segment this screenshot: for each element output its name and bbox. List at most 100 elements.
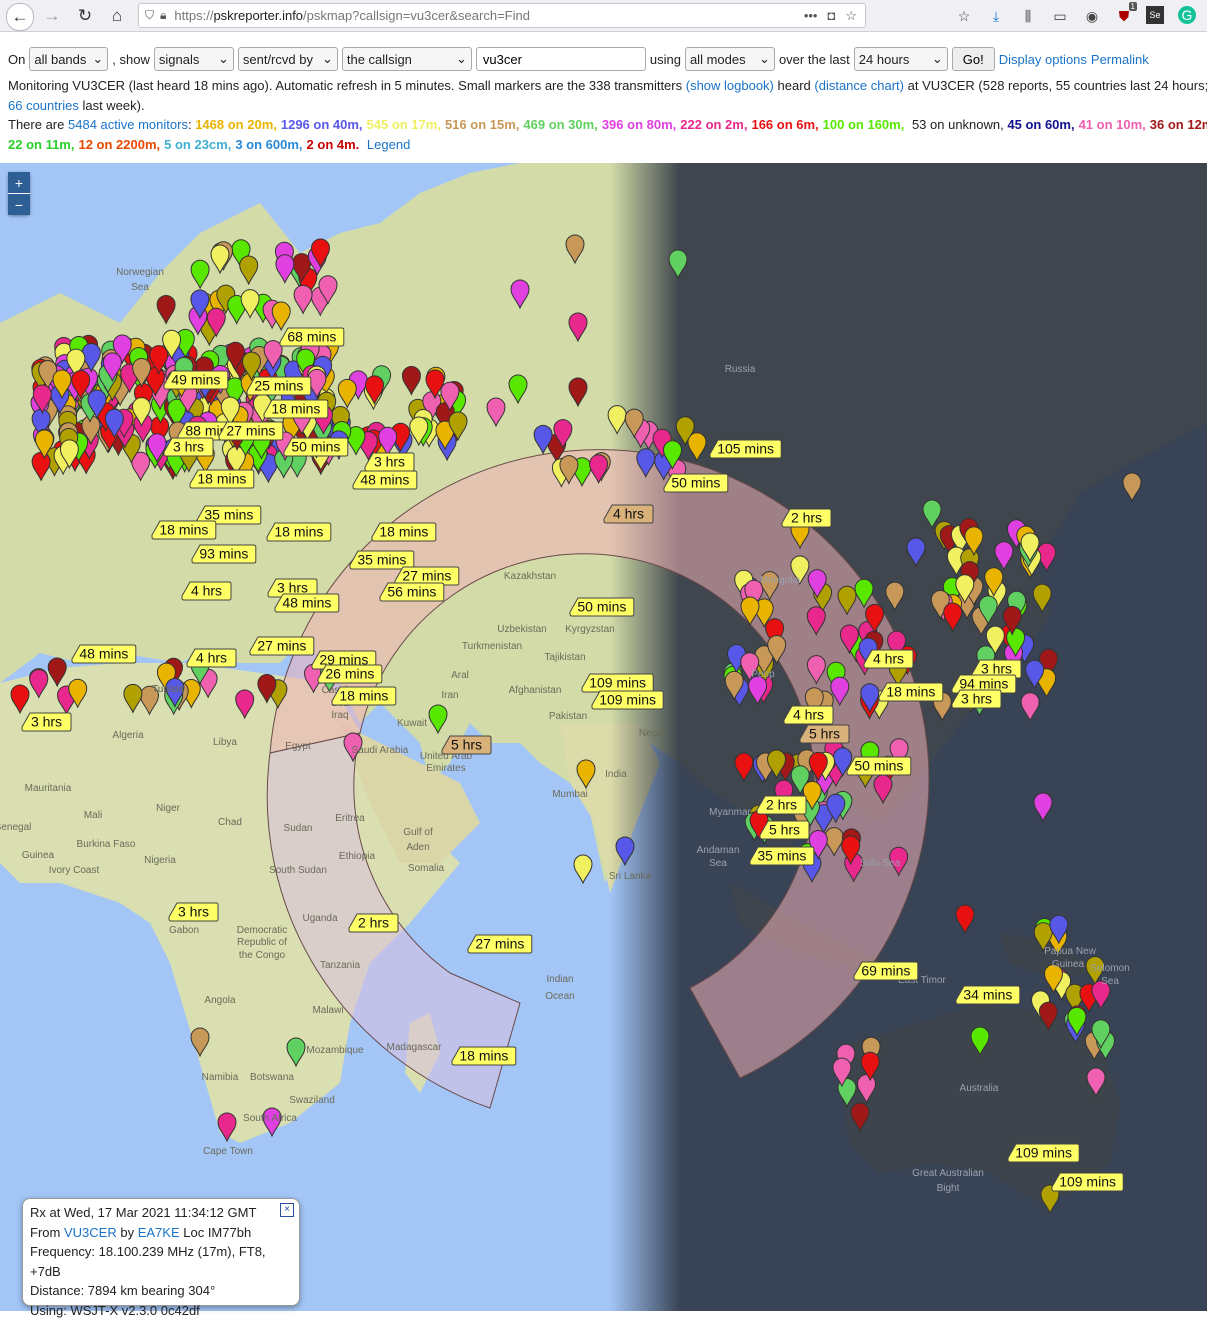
subject-select[interactable]: the callsign⌄ <box>342 47 472 71</box>
ublock-icon[interactable]: ⛊1 <box>1114 6 1134 26</box>
more-actions-icon[interactable]: ••• <box>804 8 818 24</box>
callsign-input[interactable] <box>476 47 646 71</box>
place-label: Bight <box>937 1183 960 1194</box>
time-bubble[interactable]: 3 hrs <box>22 713 71 731</box>
place-label: Namibia <box>202 1072 239 1083</box>
show-select[interactable]: signals⌄ <box>154 47 234 71</box>
time-bubble[interactable]: 27 mins <box>468 935 532 953</box>
time-bubble[interactable]: 26 mins <box>318 665 382 683</box>
time-bubble-label: 35 mins <box>357 552 406 568</box>
time-bubble-label: 109 mins <box>1015 1145 1072 1161</box>
distance-chart-link[interactable]: (distance chart) <box>814 78 904 93</box>
grammarly-icon[interactable]: G <box>1178 6 1196 24</box>
forward-button[interactable]: → <box>39 3 65 29</box>
time-bubble[interactable]: 3 hrs <box>164 438 213 456</box>
time-bubble[interactable]: 109 mins <box>592 691 663 709</box>
time-bubble[interactable]: 18 mins <box>264 400 328 418</box>
time-bubble[interactable]: 4 hrs <box>182 582 231 600</box>
time-bubble[interactable]: 50 mins <box>847 757 911 775</box>
time-bubble[interactable]: 5 hrs <box>442 736 491 754</box>
time-bubble[interactable]: 50 mins <box>284 438 348 456</box>
active-monitors-link[interactable]: 5484 active monitors <box>68 117 188 132</box>
time-bubble[interactable]: 56 mins <box>380 583 444 601</box>
time-bubble[interactable]: 3 hrs <box>952 690 1001 708</box>
time-bubble[interactable]: 18 mins <box>372 523 436 541</box>
account-icon[interactable]: ◉ <box>1082 6 1102 26</box>
time-bubble[interactable]: 27 mins <box>219 422 283 440</box>
show-logbook-link[interactable]: (show logbook) <box>686 78 774 93</box>
time-bubble[interactable]: 5 hrs <box>760 821 809 839</box>
time-bubble[interactable]: 48 mins <box>275 594 339 612</box>
time-bubble[interactable]: 27 mins <box>395 567 459 585</box>
time-bubble[interactable]: 27 mins <box>250 637 314 655</box>
time-bubble[interactable]: 3 hrs <box>365 453 414 471</box>
time-bubble[interactable]: 35 mins <box>750 847 814 865</box>
place-label: Senegal <box>0 822 31 833</box>
time-bubble[interactable]: 3 hrs <box>169 903 218 921</box>
time-bubble[interactable]: 105 mins <box>710 440 781 458</box>
by-callsign-link[interactable]: EA7KE <box>138 1225 180 1240</box>
time-bubble[interactable]: 4 hrs <box>784 706 833 724</box>
address-bar[interactable]: ⛉ 🔒︎ https://pskreporter.info/pskmap?cal… <box>138 3 866 28</box>
time-bubble[interactable]: 25 mins <box>247 377 311 395</box>
time-bubble[interactable]: 18 mins <box>190 470 254 488</box>
time-bubble[interactable]: 5 hrs <box>800 725 849 743</box>
zoom-in-button[interactable]: + <box>8 172 30 193</box>
map[interactable]: NorwegianSeaRussiaKazakhstanMongoliaUzbe… <box>0 163 1207 1311</box>
time-bubble[interactable]: 4 hrs <box>864 650 913 668</box>
reading-list-icon[interactable]: ☆ <box>954 6 974 26</box>
time-bubble[interactable]: 109 mins <box>1008 1144 1079 1162</box>
time-bubble[interactable]: 34 mins <box>956 986 1020 1004</box>
mode-select[interactable]: all modes⌄ <box>685 47 775 71</box>
time-bubble[interactable]: 18 mins <box>452 1047 516 1065</box>
time-bubble[interactable]: 2 hrs <box>349 914 398 932</box>
place-label: Russia <box>725 364 756 375</box>
display-options-link[interactable]: Display options <box>999 52 1087 67</box>
period-select[interactable]: 24 hours⌄ <box>854 47 948 71</box>
time-bubble-label: 27 mins <box>257 638 306 654</box>
home-button[interactable]: ⌂ <box>104 3 130 29</box>
legend-link[interactable]: Legend <box>367 137 410 152</box>
bookmark-star-icon[interactable]: ☆ <box>845 8 857 24</box>
time-bubble[interactable]: 18 mins <box>879 683 943 701</box>
download-icon[interactable]: ⤓ <box>986 6 1006 26</box>
sidebar-icon[interactable]: ▭ <box>1050 6 1070 26</box>
close-icon[interactable]: × <box>280 1203 294 1217</box>
time-bubble[interactable]: 68 mins <box>280 328 344 346</box>
time-bubble[interactable]: 50 mins <box>570 598 634 616</box>
countries-link[interactable]: 66 countries <box>8 98 79 113</box>
time-bubble[interactable]: 4 hrs <box>187 649 236 667</box>
go-button[interactable]: Go! <box>952 47 995 71</box>
time-bubble[interactable]: 18 mins <box>267 523 331 541</box>
time-bubble[interactable]: 18 mins <box>152 521 216 539</box>
time-bubble[interactable]: 49 mins <box>164 371 228 389</box>
time-bubble[interactable]: 35 mins <box>350 551 414 569</box>
pocket-icon[interactable]: ◘ <box>827 8 835 24</box>
time-bubble[interactable]: 50 mins <box>664 474 728 492</box>
place-label: Andaman <box>697 845 740 856</box>
map-canvas[interactable]: NorwegianSeaRussiaKazakhstanMongoliaUzbe… <box>0 163 1207 1311</box>
band-select[interactable]: all bands⌄ <box>29 47 108 71</box>
library-icon[interactable]: ⫼ <box>1018 6 1038 26</box>
time-bubble[interactable]: 93 mins <box>192 545 256 563</box>
place-label: Iraq <box>331 710 348 721</box>
time-bubble-label: 68 mins <box>287 329 336 345</box>
reload-button[interactable]: ↻ <box>72 3 98 29</box>
permalink-link[interactable]: Permalink <box>1091 52 1149 67</box>
selenium-icon[interactable]: Se <box>1146 6 1164 24</box>
back-button[interactable]: ← <box>6 3 34 31</box>
time-bubble[interactable]: 18 mins <box>332 687 396 705</box>
time-bubble[interactable]: 48 mins <box>353 471 417 489</box>
band-count: 41 on 10m, <box>1079 117 1146 132</box>
time-bubble[interactable]: 69 mins <box>854 962 918 980</box>
time-bubble[interactable]: 2 hrs <box>782 509 831 527</box>
zoom-out-button[interactable]: − <box>8 193 30 215</box>
time-bubble[interactable]: 109 mins <box>582 674 653 692</box>
time-bubble[interactable]: 4 hrs <box>604 505 653 523</box>
from-callsign-link[interactable]: VU3CER <box>64 1225 117 1240</box>
place-label: Angola <box>204 995 236 1006</box>
direction-select[interactable]: sent/rcvd by⌄ <box>238 47 338 71</box>
time-bubble[interactable]: 109 mins <box>1052 1173 1123 1191</box>
time-bubble[interactable]: 2 hrs <box>757 796 806 814</box>
time-bubble[interactable]: 48 mins <box>72 645 136 663</box>
